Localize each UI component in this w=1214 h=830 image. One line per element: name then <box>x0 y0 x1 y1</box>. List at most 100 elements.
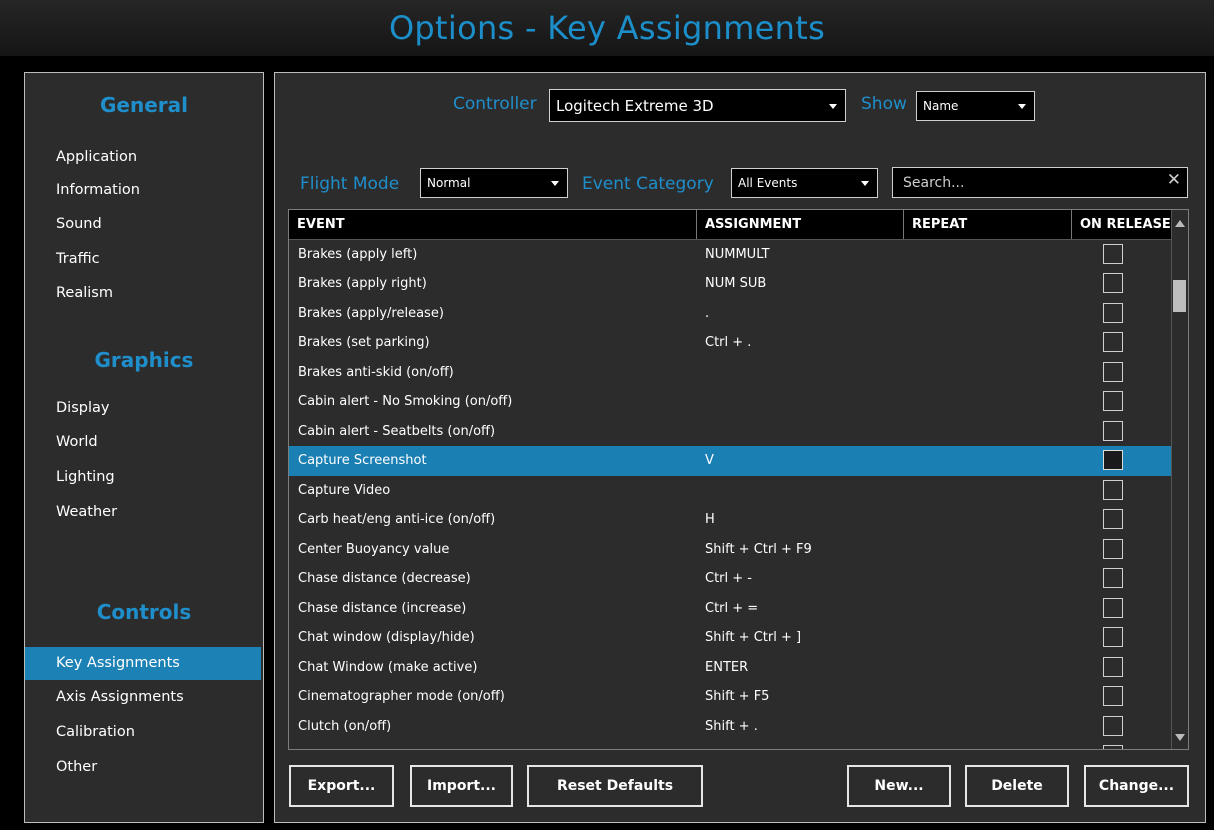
sidebar-item-traffic[interactable]: Traffic <box>25 243 261 276</box>
sidebar: General Application Information Sound Tr… <box>24 72 264 823</box>
table-row[interactable]: Chase distance (decrease) Ctrl + - <box>289 564 1173 594</box>
show-label: Show <box>861 94 907 114</box>
on-release-checkbox[interactable] <box>1103 745 1123 749</box>
table-row[interactable]: Clutch (on/off) Shift + . <box>289 712 1173 742</box>
event-cell: Brakes (apply/release) <box>298 305 444 321</box>
assignment-cell: . <box>705 305 710 321</box>
on-release-checkbox[interactable] <box>1103 391 1123 411</box>
table-row[interactable]: Capture Video <box>289 476 1173 506</box>
table-row[interactable]: Brakes (apply left) NUMMULT <box>289 240 1173 270</box>
sidebar-item-sound[interactable]: Sound <box>25 208 261 241</box>
sidebar-item-calibration[interactable]: Calibration <box>25 716 261 749</box>
table-row[interactable]: Cabin alert - Seatbelts (on/off) <box>289 417 1173 447</box>
on-release-checkbox[interactable] <box>1103 597 1123 618</box>
graphics-heading: Graphics <box>94 348 194 372</box>
reset-defaults-button[interactable]: Reset Defaults <box>527 765 703 807</box>
table-row[interactable]: Chase distance (increase) Ctrl + = <box>289 594 1173 624</box>
event-cell: Chase distance (increase) <box>298 600 467 616</box>
on-release-checkbox[interactable] <box>1103 243 1123 264</box>
controls-heading: Controls <box>96 600 192 624</box>
assignment-cell: H <box>705 512 715 527</box>
assignment-cell: Ctrl + - <box>705 571 752 586</box>
import-button[interactable]: Import... <box>410 765 513 807</box>
event-cell: Chat window (display/hide) <box>298 630 475 645</box>
sidebar-item-world[interactable]: World <box>25 426 261 459</box>
sidebar-item-key-assignments[interactable]: Key Assignments <box>25 647 261 680</box>
event-category-label: Event Category <box>582 174 714 194</box>
column-header-event[interactable]: EVENT <box>289 210 697 239</box>
on-release-checkbox[interactable] <box>1103 332 1123 352</box>
on-release-checkbox[interactable] <box>1103 715 1123 736</box>
table-row[interactable]: Brakes (apply/release). <box>289 299 1173 329</box>
chevron-down-icon <box>861 181 869 186</box>
sidebar-item-information[interactable]: Information <box>25 174 261 207</box>
search-box[interactable]: ✕ <box>892 167 1188 198</box>
scroll-up-icon[interactable] <box>1175 220 1185 227</box>
event-cell: Center Buoyancy value <box>298 541 450 557</box>
column-header-assignment[interactable]: ASSIGNMENT <box>697 210 904 239</box>
column-header-repeat[interactable]: REPEAT <box>904 210 1072 239</box>
event-cell: Cabin alert - No Smoking (on/off) <box>298 394 513 409</box>
on-release-checkbox[interactable] <box>1103 273 1123 293</box>
sidebar-item-application[interactable]: Application <box>25 141 261 174</box>
flight-mode-label: Flight Mode <box>300 174 400 194</box>
table-row[interactable]: Carb heat/eng anti-ice (on/off) H <box>289 505 1173 535</box>
table-row[interactable]: Chat window (display/hide) Shift + Ctrl +… <box>289 623 1173 653</box>
show-select[interactable]: Name <box>916 91 1035 121</box>
table-row[interactable]: Brakes anti-skid (on/off) <box>289 358 1173 388</box>
show-value: Name <box>923 99 959 113</box>
vertical-scrollbar[interactable] <box>1171 210 1188 749</box>
assignment-cell: ENTER <box>705 659 749 675</box>
table-row[interactable]: Brakes (apply right) NUM SUB <box>289 269 1173 299</box>
table-row[interactable]: Cabin alert - No Smoking (on/off) <box>289 387 1173 417</box>
export-button[interactable]: Export... <box>289 765 394 807</box>
column-header-on-release[interactable]: ON RELEASE <box>1072 210 1173 239</box>
assignment-cell: Shift + F5 <box>705 689 770 704</box>
table-row[interactable]: Capture Screenshot V <box>289 446 1173 476</box>
on-release-checkbox[interactable] <box>1103 361 1123 382</box>
event-cell: Brakes (set parking) <box>298 335 430 350</box>
event-cell: Clutch (on/off) <box>298 718 392 734</box>
on-release-checkbox[interactable] <box>1103 509 1123 529</box>
change-button[interactable]: Change... <box>1084 765 1189 807</box>
general-heading: General <box>100 93 188 117</box>
on-release-checkbox[interactable] <box>1103 568 1123 588</box>
table-header: EVENT ASSIGNMENT REPEAT ON RELEASE <box>289 210 1173 240</box>
controller-select[interactable]: Logitech Extreme 3D <box>549 89 846 122</box>
sidebar-item-axis-assignments[interactable]: Axis Assignments <box>25 681 261 714</box>
on-release-checkbox[interactable] <box>1103 479 1123 500</box>
on-release-checkbox[interactable] <box>1103 420 1123 441</box>
delete-button[interactable]: Delete <box>965 765 1069 807</box>
sidebar-item-weather[interactable]: Weather <box>25 496 261 529</box>
sidebar-item-lighting[interactable]: Lighting <box>25 461 261 494</box>
on-release-checkbox[interactable] <box>1103 450 1123 470</box>
event-cell: Cabin alert - Seatbelts (on/off) <box>298 423 496 439</box>
on-release-checkbox[interactable] <box>1103 302 1123 323</box>
table-row[interactable]: Chat Window (make active) ENTER <box>289 653 1173 683</box>
on-release-checkbox[interactable] <box>1103 538 1123 559</box>
event-cell: Chat Window (make active) <box>298 659 478 675</box>
assignment-cell: NUM SUB <box>705 276 767 291</box>
on-release-checkbox[interactable] <box>1103 627 1123 647</box>
table-row[interactable]: Center Buoyancy value Shift + Ctrl + F9 <box>289 535 1173 565</box>
assignment-cell: Ctrl + = <box>705 600 759 616</box>
new-button[interactable]: New... <box>847 765 951 807</box>
flight-mode-value: Normal <box>427 176 471 190</box>
assignment-cell: NUMMULT <box>705 246 770 262</box>
search-input[interactable] <box>901 173 1145 192</box>
on-release-checkbox[interactable] <box>1103 686 1123 706</box>
scroll-down-icon[interactable] <box>1175 734 1185 741</box>
sidebar-item-display[interactable]: Display <box>25 392 261 425</box>
table-row[interactable]: Cinematographer mode (on/off) Shift + F5 <box>289 682 1173 712</box>
event-category-select[interactable]: All Events <box>731 168 878 198</box>
event-cell: Brakes (apply right) <box>298 276 427 291</box>
flight-mode-select[interactable]: Normal <box>420 168 568 198</box>
assignment-cell: V <box>705 453 714 468</box>
event-cell: Brakes (apply left) <box>298 246 418 262</box>
table-row[interactable]: Brakes (set parking) Ctrl + . <box>289 328 1173 358</box>
sidebar-item-realism[interactable]: Realism <box>25 277 261 310</box>
sidebar-item-other[interactable]: Other <box>25 751 261 784</box>
scroll-thumb[interactable] <box>1173 280 1186 312</box>
close-icon[interactable]: ✕ <box>1167 170 1181 190</box>
on-release-checkbox[interactable] <box>1103 656 1123 677</box>
